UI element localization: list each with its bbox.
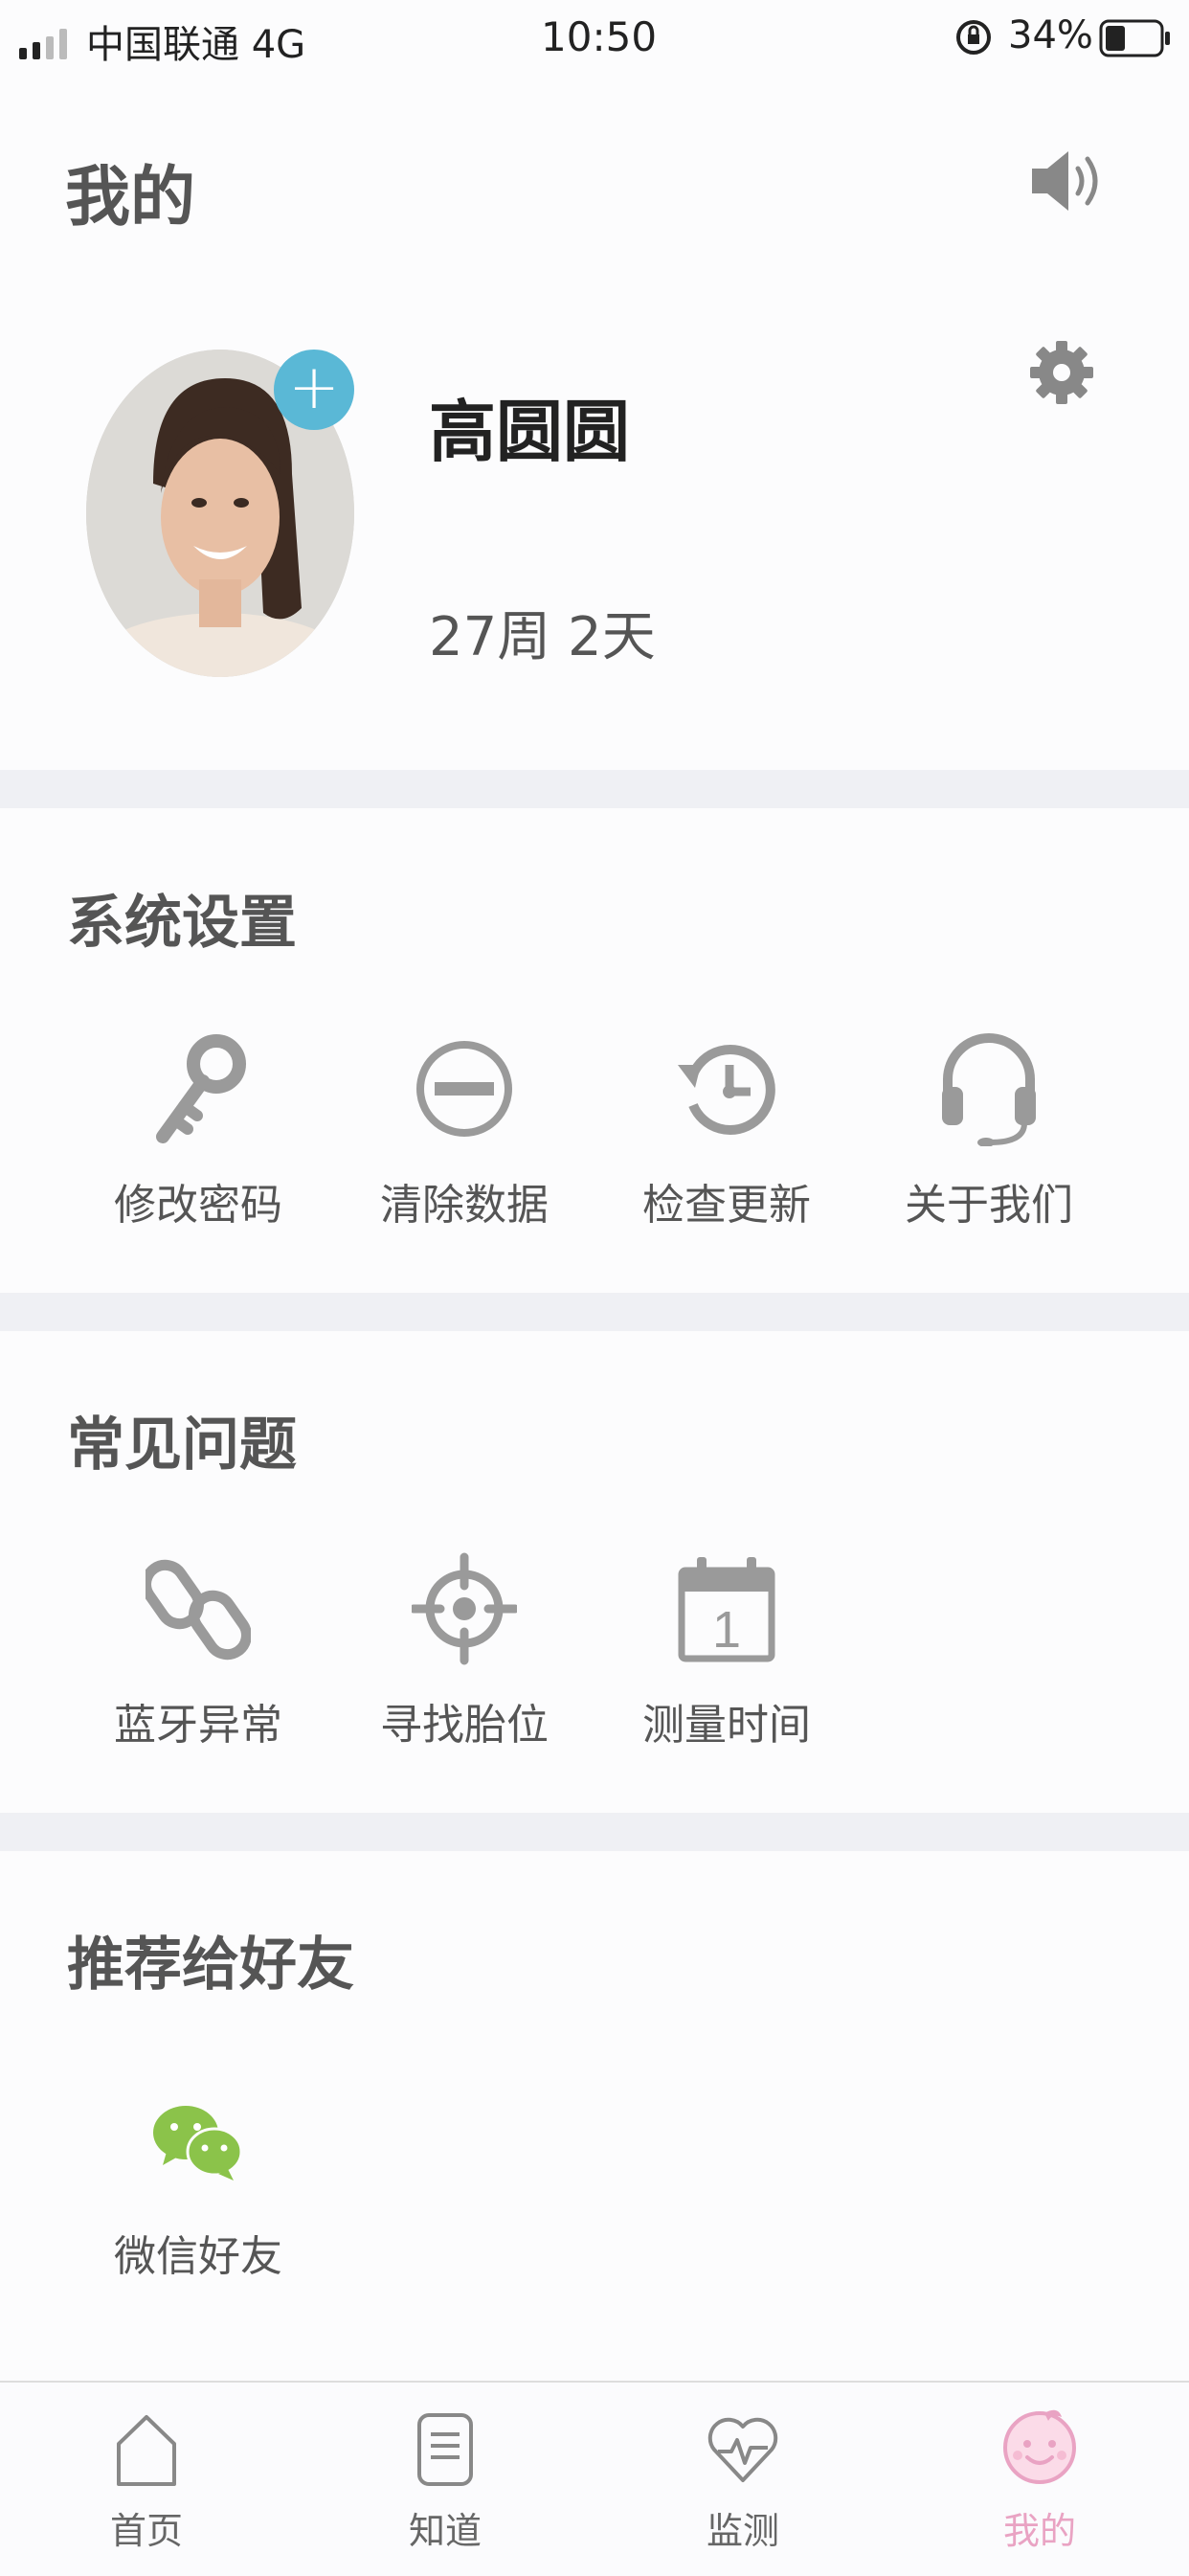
tab-mine-label: 我的	[1002, 2510, 1076, 2552]
battery-icon	[1099, 19, 1172, 67]
measure-time-label: 测量时间	[642, 1701, 811, 1750]
carrier-label: 中国联通 4G	[86, 23, 306, 67]
tab-mine[interactable]: 我的	[944, 2383, 1135, 2554]
rotation-lock-icon	[953, 17, 994, 67]
about-us-label: 关于我们	[905, 1181, 1073, 1230]
tab-home-label: 首页	[109, 2510, 183, 2552]
about-us-button[interactable]: 关于我们	[879, 1027, 1099, 1232]
document-icon	[349, 2383, 541, 2488]
headset-icon	[879, 1027, 1099, 1151]
user-name: 高圆圆	[429, 393, 630, 471]
find-fetal-position-label: 寻找胎位	[380, 1701, 549, 1750]
heart-pulse-icon	[647, 2383, 839, 2488]
page-title: 我的	[65, 160, 196, 236]
section-divider	[0, 770, 1189, 808]
calendar-day-number: 1	[712, 1601, 741, 1659]
speaker-icon[interactable]	[1026, 142, 1105, 224]
bluetooth-issue-label: 蓝牙异常	[114, 1701, 282, 1750]
find-fetal-position-button[interactable]: 寻找胎位	[354, 1547, 574, 1751]
tab-knowledge-label: 知道	[408, 2510, 482, 2552]
wechat-friend-button[interactable]: 微信好友	[88, 2078, 308, 2283]
clear-data-button[interactable]: 清除数据	[354, 1027, 574, 1232]
check-update-button[interactable]: 检查更新	[617, 1027, 837, 1232]
bluetooth-issue-button[interactable]: 蓝牙异常	[88, 1547, 308, 1751]
tab-monitor[interactable]: 监测	[647, 2383, 839, 2554]
clock: 10:50	[541, 13, 658, 60]
wechat-friend-label: 微信好友	[114, 2232, 282, 2281]
key-icon	[88, 1027, 308, 1151]
tab-monitor-label: 监测	[706, 2510, 779, 2552]
home-icon	[51, 2383, 242, 2488]
tab-bar: 首页 知道 监测 我的	[0, 2381, 1189, 2576]
calendar-icon: 1	[617, 1547, 837, 1671]
gear-icon[interactable]	[1026, 337, 1097, 412]
pregnancy-week: 27周 2天	[429, 606, 656, 668]
check-update-label: 检查更新	[642, 1181, 811, 1230]
clear-data-label: 清除数据	[380, 1181, 549, 1230]
add-avatar-button[interactable]: +	[274, 350, 354, 430]
measure-time-button[interactable]: 1 测量时间	[617, 1547, 837, 1751]
system-settings-title: 系统设置	[67, 890, 297, 957]
minus-circle-icon	[354, 1027, 574, 1151]
section-divider	[0, 1813, 1189, 1851]
signal-icon	[19, 29, 77, 59]
recommend-title: 推荐给好友	[67, 1932, 354, 1999]
wechat-icon	[88, 2078, 308, 2203]
status-bar: 中国联通 4G 10:50 34%	[0, 0, 1189, 77]
tab-knowledge[interactable]: 知道	[349, 2383, 541, 2554]
faq-title: 常见问题	[67, 1412, 297, 1479]
target-icon	[354, 1547, 574, 1671]
change-password-label: 修改密码	[114, 1181, 282, 1230]
baby-face-icon	[944, 2383, 1135, 2488]
battery-percent: 34%	[1008, 13, 1093, 57]
link-icon	[88, 1547, 308, 1671]
tab-home[interactable]: 首页	[51, 2383, 242, 2554]
history-icon	[617, 1027, 837, 1151]
section-divider	[0, 1293, 1189, 1331]
change-password-button[interactable]: 修改密码	[88, 1027, 308, 1232]
